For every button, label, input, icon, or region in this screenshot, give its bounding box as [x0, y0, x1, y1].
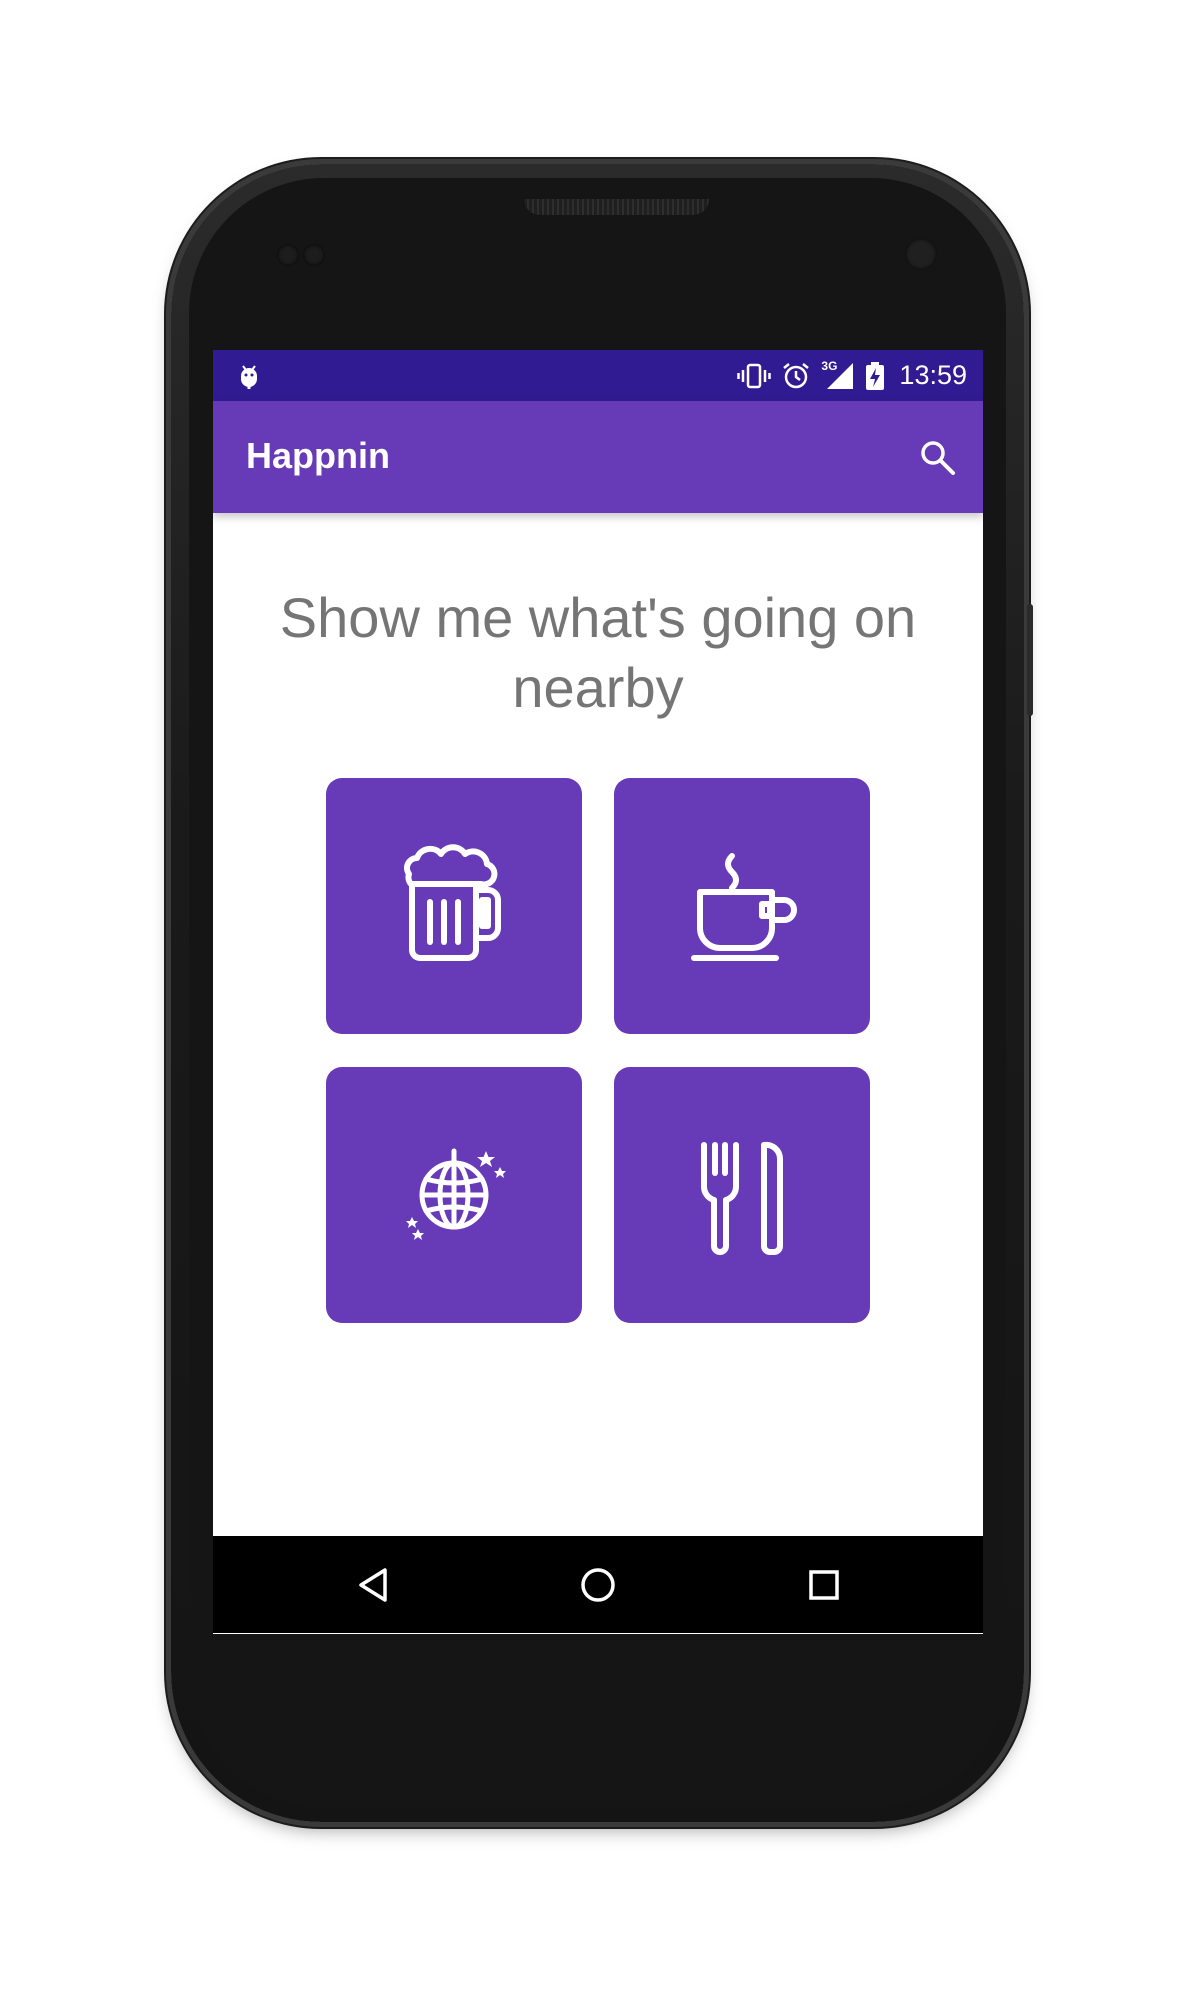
category-tile-bars[interactable]: [326, 778, 582, 1034]
disco-ball-icon: [406, 1148, 506, 1240]
navigation-bar: [213, 1536, 983, 1633]
page-headline: Show me what's going on nearby: [279, 586, 917, 719]
earpiece-speaker: [524, 199, 709, 215]
signal-3g-icon: 3G: [821, 358, 855, 391]
status-clock: 13:59: [899, 360, 967, 390]
back-icon[interactable]: [353, 1564, 395, 1606]
home-icon[interactable]: [577, 1564, 619, 1606]
category-tile-restaurants[interactable]: [614, 1067, 870, 1323]
fork-knife-icon: [701, 1141, 784, 1255]
coffee-cup-icon: [691, 853, 797, 961]
beer-mug-icon: [404, 844, 501, 961]
power-button: [1027, 604, 1033, 716]
category-tile-cafes[interactable]: [614, 778, 870, 1034]
search-icon[interactable]: [917, 437, 957, 477]
app-bar: Happnin: [213, 401, 983, 513]
app-screen: 3G 13:59 Happnin Show me what's going on…: [213, 350, 983, 1634]
proximity-sensor: [277, 244, 299, 266]
light-sensor: [303, 244, 325, 266]
vibrate-icon: [737, 363, 772, 388]
status-icons: 3G 13:59: [737, 350, 967, 401]
status-bar: 3G 13:59: [213, 350, 983, 401]
android-debug-icon: [241, 365, 257, 389]
network-type-label: 3G: [821, 358, 838, 373]
app-title: Happnin: [246, 435, 390, 476]
alarm-icon: [783, 362, 810, 388]
category-tile-clubs[interactable]: [326, 1067, 582, 1323]
front-camera: [905, 238, 937, 270]
recents-icon[interactable]: [803, 1564, 845, 1606]
battery-charging-icon: [866, 361, 885, 390]
